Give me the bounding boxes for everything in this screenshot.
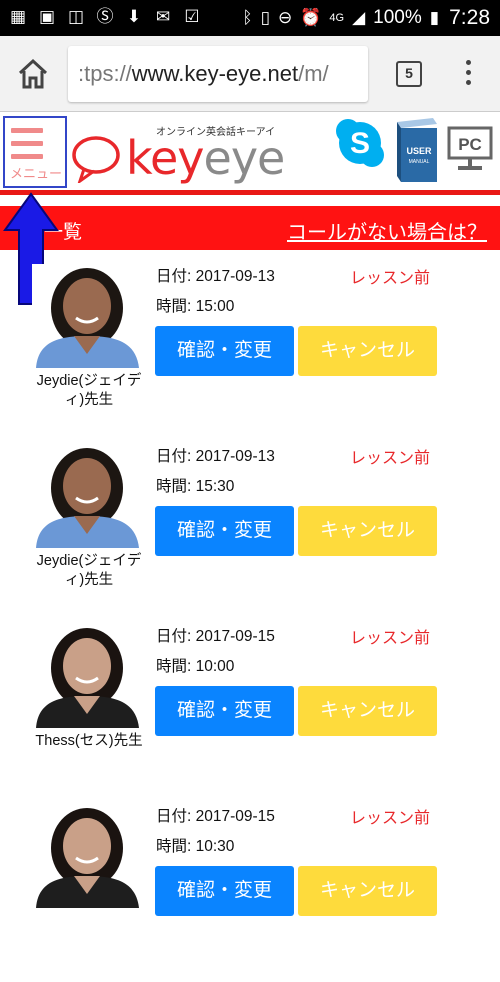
download-icon: ⬇	[126, 7, 142, 26]
lesson-date: 日付: 2017-09-15	[156, 628, 275, 645]
battery-percent: 100%	[373, 7, 422, 28]
alarm-icon: ⏰	[300, 8, 322, 27]
speech-bubble-icon	[72, 136, 120, 183]
book-icon: USER MANUAL	[397, 118, 437, 182]
browser-toolbar: :tps://www.key-eye.net/m/ 5	[0, 36, 500, 112]
cancel-button[interactable]: キャンセル	[298, 686, 437, 736]
status-bar: ▦ ▣ ◫ Ⓢ ⬇ ✉ ☑ ᛒ ▯ ⊖ ⏰ 4G ◢ 100% ▮ 7:28	[0, 0, 500, 36]
lesson-time: 時間: 15:00	[156, 298, 235, 315]
url-host: www.key-eye.net	[131, 61, 299, 86]
home-icon[interactable]	[14, 56, 52, 92]
check-icon: ☑	[184, 7, 200, 26]
teacher-photo	[32, 804, 143, 908]
calendar-icon: ▦	[9, 7, 27, 26]
lesson-status: レッスン前	[350, 630, 431, 647]
clock: 7:28	[449, 6, 490, 29]
skype-icon: Ⓢ	[96, 7, 114, 26]
teacher-photo	[32, 624, 143, 728]
battery-icon: ▮	[429, 8, 440, 27]
url-scheme: :tps://	[78, 61, 132, 86]
overflow-menu-icon[interactable]	[458, 58, 478, 90]
url-field[interactable]: :tps://www.key-eye.net/m/	[68, 46, 368, 102]
manual-label-user: USER	[406, 146, 432, 156]
cancel-button[interactable]: キャンセル	[298, 866, 437, 916]
monitor-icon: PC	[447, 126, 493, 170]
lesson-time: 時間: 10:30	[156, 838, 235, 855]
cancel-button[interactable]: キャンセル	[298, 326, 437, 376]
manual-label-manual: MANUAL	[409, 159, 430, 165]
skype-icon: S	[336, 119, 384, 167]
logo-wordmark: keyeye	[126, 131, 285, 185]
lesson-time: 時間: 15:30	[156, 478, 235, 495]
cancel-button[interactable]: キャンセル	[298, 506, 437, 556]
lesson-time: 時間: 10:00	[156, 658, 235, 675]
confirm-change-button[interactable]: 確認・変更	[155, 326, 294, 376]
market-icon: ◫	[67, 7, 85, 26]
vibrate-icon: ▯	[260, 8, 270, 27]
pc-label: PC	[458, 135, 482, 154]
signal-icon: ◢	[352, 8, 366, 27]
do-not-disturb-icon: ⊖	[277, 8, 293, 27]
contact-icon: ▣	[38, 7, 56, 26]
teacher-name: Thess(セス)先生	[35, 733, 143, 749]
lesson-item: Thess(セス)先生 日付: 2017-09-15 時間: 10:00 レッスン前確…	[0, 622, 500, 802]
lesson-item: 日付: 2017-09-15 時間: 10:30 レッスン前確認・変更 キャンセル	[0, 802, 500, 982]
bluetooth-icon: ᛒ	[242, 8, 253, 27]
lesson-date: 日付: 2017-09-13	[156, 448, 275, 465]
lesson-status: レッスン前	[350, 270, 431, 287]
lesson-date: 日付: 2017-09-13	[156, 268, 275, 285]
lesson-item: Jeydie(ジェイディ)先生 日付: 2017-09-13 時間: 15:00 レッ…	[0, 262, 500, 442]
svg-text:S: S	[350, 127, 370, 160]
teacher-name: Jeydie(ジェイディ)先生	[36, 553, 142, 588]
site-header: メニュー オンライン英会話キーアイ keyeye S USER MANUAL P…	[0, 113, 500, 193]
menu-button[interactable]: メニュー	[3, 116, 67, 188]
url-path: /m/	[298, 61, 329, 86]
section-bar: 一覧 コールがない場合は？	[0, 206, 500, 250]
header-divider	[0, 190, 500, 195]
confirm-change-button[interactable]: 確認・変更	[155, 506, 294, 556]
skype-button[interactable]: S	[334, 117, 386, 169]
teacher-photo	[32, 264, 143, 368]
user-manual-button[interactable]: USER MANUAL	[389, 116, 441, 184]
network-label: 4G	[329, 12, 345, 24]
lesson-status: レッスン前	[350, 810, 431, 827]
no-call-link[interactable]: コールがない場合は？	[287, 216, 487, 245]
lesson-status: レッスン前	[350, 450, 431, 467]
lesson-item: Jeydie(ジェイディ)先生 日付: 2017-09-13 時間: 15:30 レッ…	[0, 442, 500, 622]
lesson-date: 日付: 2017-09-15	[156, 808, 275, 825]
confirm-change-button[interactable]: 確認・変更	[155, 686, 294, 736]
confirm-change-button[interactable]: 確認・変更	[155, 866, 294, 916]
teacher-name: Jeydie(ジェイディ)先生	[36, 373, 142, 408]
menu-label: メニュー	[9, 166, 62, 181]
pc-button[interactable]: PC	[446, 125, 494, 175]
tab-switcher-button[interactable]: 5	[396, 61, 422, 87]
mail-icon: ✉	[155, 7, 171, 26]
site-logo[interactable]: オンライン英会話キーアイ keyeye	[70, 121, 285, 185]
teacher-photo	[32, 444, 143, 548]
